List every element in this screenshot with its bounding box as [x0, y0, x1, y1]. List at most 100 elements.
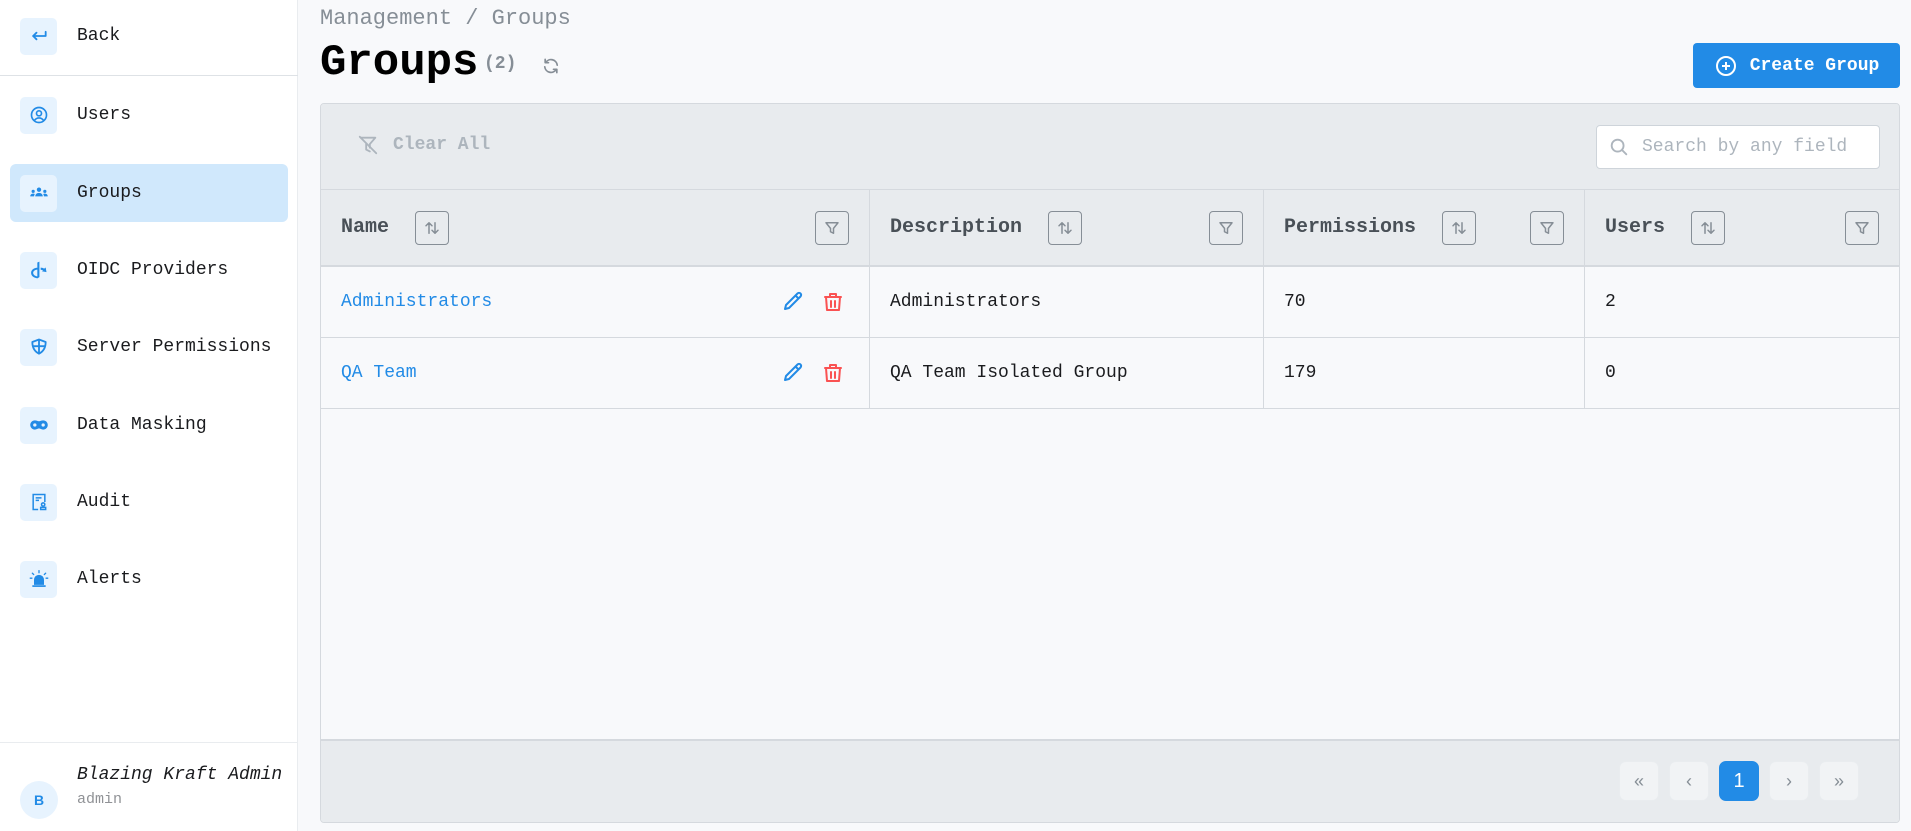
next-page-button[interactable]: › [1769, 761, 1809, 801]
audit-icon [20, 483, 57, 521]
row-actions [781, 290, 845, 314]
sidebar-item-users[interactable]: Users [10, 86, 288, 144]
search-input[interactable] [1642, 137, 1862, 157]
sidebar-item-label: Server Permissions [77, 337, 272, 357]
column-header-name: Name [321, 190, 870, 265]
group-count: (2) [484, 54, 517, 74]
openid-icon [20, 251, 57, 289]
sort-button[interactable] [1048, 210, 1083, 245]
clear-all-filters-button[interactable]: Clear All [357, 134, 490, 156]
sidebar-divider [0, 75, 298, 76]
edit-button[interactable] [781, 361, 805, 385]
table-footer: « ‹ 1 › » [321, 739, 1899, 822]
clear-all-label: Clear All [393, 135, 491, 155]
sidebar-item-label: Audit [77, 492, 132, 512]
prev-page-button[interactable]: ‹ [1669, 761, 1709, 801]
filter-button[interactable] [1209, 211, 1243, 245]
filter-off-icon [358, 135, 378, 155]
create-group-label: Create Group [1749, 55, 1880, 76]
cell-name: Administrators [321, 267, 870, 337]
column-header-description: Description [870, 190, 1264, 265]
sort-arrows-icon [425, 221, 439, 234]
groups-table-panel: Clear All Name Description Pe [320, 103, 1900, 823]
trash-icon [824, 364, 842, 382]
cell-permissions: 70 [1264, 267, 1585, 337]
page-button-current[interactable]: 1 [1719, 761, 1759, 801]
plus-circle-icon [1715, 55, 1736, 76]
create-group-button[interactable]: Create Group [1693, 43, 1900, 88]
sort-button[interactable] [415, 210, 450, 245]
back-label: Back [77, 26, 121, 46]
filter-button[interactable] [815, 211, 849, 245]
filter-icon [1855, 222, 1869, 234]
filter-button[interactable] [1845, 211, 1879, 245]
sort-button[interactable] [1442, 210, 1477, 245]
pagination: « ‹ 1 › » [1619, 761, 1859, 801]
sort-arrows-icon [1701, 221, 1715, 234]
users-group-icon [20, 174, 57, 212]
sidebar-item-data-masking[interactable]: Data Masking [10, 396, 288, 454]
pencil-icon [784, 362, 803, 381]
sidebar: Back Users Groups OIDC Providers Server … [0, 0, 298, 831]
sidebar-item-audit[interactable]: Audit [10, 473, 288, 531]
delete-button[interactable] [821, 290, 845, 314]
user-profile[interactable]: B Blazing Kraft Admin admin [0, 742, 298, 831]
sidebar-item-groups[interactable]: Groups [10, 164, 288, 222]
sort-button[interactable] [1691, 210, 1726, 245]
refresh-button[interactable] [540, 55, 562, 77]
column-header-permissions: Permissions [1264, 190, 1585, 265]
sidebar-item-label: Groups [77, 183, 142, 203]
user-name: Blazing Kraft Admin [77, 765, 283, 785]
table-header: Name Description Permissions Users [321, 190, 1899, 267]
sidebar-item-label: Users [77, 105, 132, 125]
sidebar-item-label: Data Masking [77, 415, 207, 435]
cell-description: Administrators [870, 267, 1264, 337]
user-role: admin [77, 791, 123, 808]
cell-name: QA Team [321, 338, 870, 408]
column-label: Name [341, 216, 390, 239]
back-button[interactable]: Back [10, 7, 288, 65]
table-toolbar: Clear All [321, 104, 1899, 190]
filter-button[interactable] [1530, 211, 1564, 245]
back-arrow-icon [20, 17, 57, 55]
sidebar-item-label: OIDC Providers [77, 260, 229, 280]
breadcrumb: Management / Groups [320, 6, 571, 31]
cell-users: 2 [1605, 292, 1616, 312]
column-label: Description [890, 216, 1023, 239]
last-page-button[interactable]: » [1819, 761, 1859, 801]
filter-icon [1540, 222, 1554, 234]
pencil-icon [784, 291, 803, 310]
filter-icon [1219, 222, 1233, 234]
table-row: Administrators Administrators 70 2 [321, 267, 1899, 338]
group-name-link[interactable]: Administrators [341, 292, 492, 312]
shield-icon [20, 328, 57, 366]
mask-icon [20, 406, 57, 444]
alarm-light-icon [20, 560, 57, 598]
column-label: Permissions [1284, 216, 1417, 239]
refresh-icon [543, 58, 559, 74]
sidebar-item-label: Alerts [77, 569, 142, 589]
table-body: Administrators Administrators 70 2 QA Te… [321, 267, 1899, 409]
cell-permissions: 179 [1264, 338, 1585, 408]
avatar: B [20, 781, 58, 819]
table-row: QA Team QA Team Isolated Group 179 0 [321, 338, 1899, 409]
sidebar-item-alerts[interactable]: Alerts [10, 550, 288, 608]
search-icon [1610, 138, 1628, 156]
sidebar-item-oidc-providers[interactable]: OIDC Providers [10, 241, 288, 299]
column-label: Users [1605, 216, 1666, 239]
page-title: Groups [320, 38, 479, 88]
filter-icon [825, 222, 839, 234]
group-name-link[interactable]: QA Team [341, 363, 417, 383]
column-header-users: Users [1585, 190, 1899, 265]
trash-icon [824, 293, 842, 311]
sort-arrows-icon [1058, 221, 1072, 234]
cell-description: QA Team Isolated Group [870, 338, 1264, 408]
edit-button[interactable] [781, 290, 805, 314]
sidebar-item-server-permissions[interactable]: Server Permissions [10, 318, 288, 376]
first-page-button[interactable]: « [1619, 761, 1659, 801]
cell-users: 0 [1605, 363, 1616, 383]
delete-button[interactable] [821, 361, 845, 385]
sort-arrows-icon [1452, 221, 1466, 234]
row-actions [781, 361, 845, 385]
search-field[interactable] [1596, 125, 1880, 169]
